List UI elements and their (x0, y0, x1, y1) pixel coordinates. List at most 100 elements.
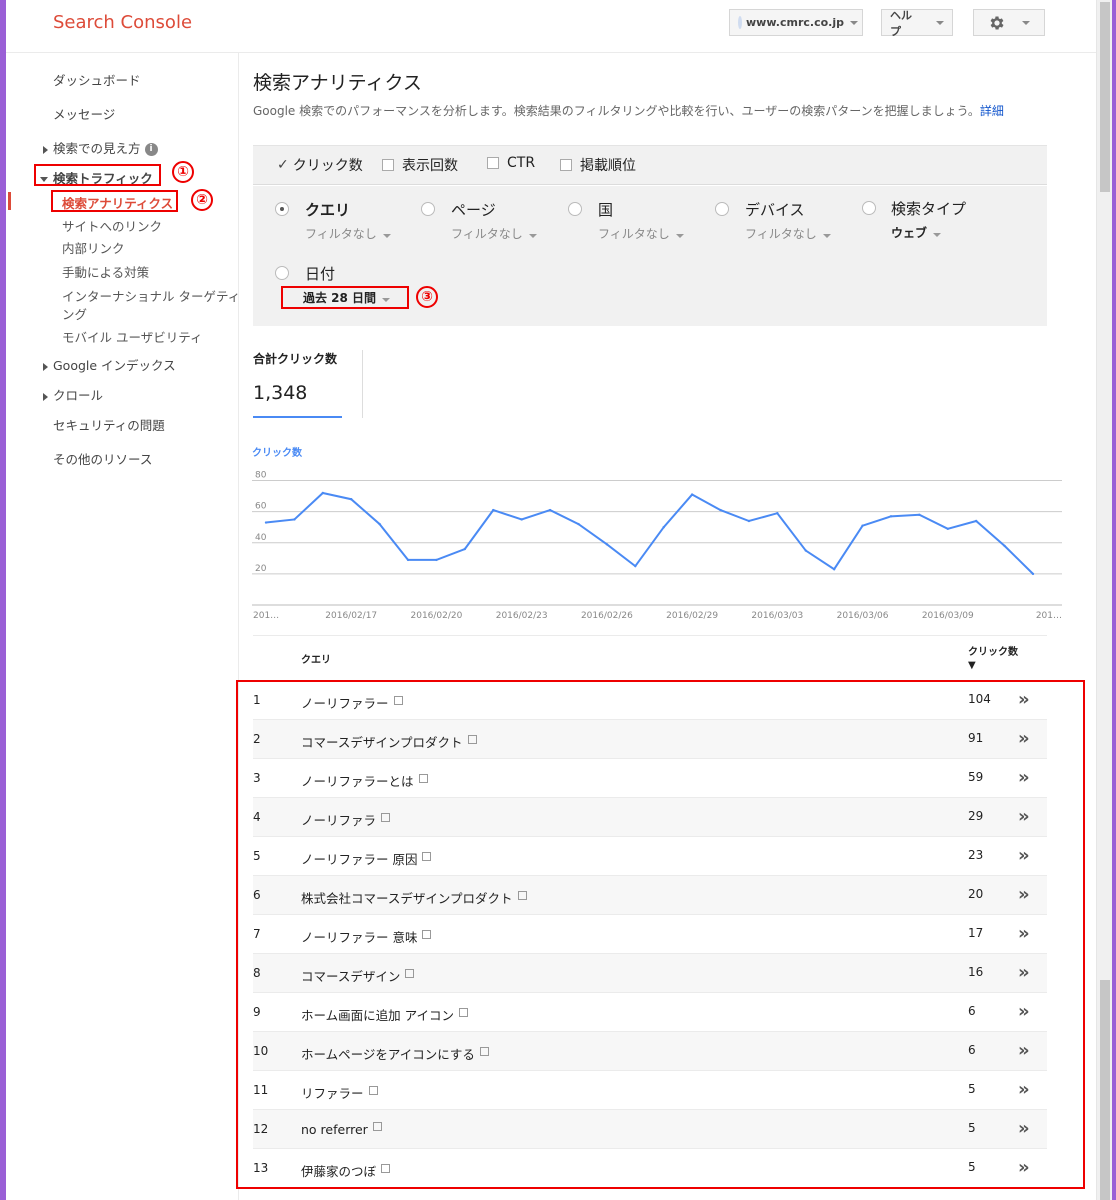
sidebar-item-search-appearance[interactable]: 検索での見え方 i (43, 138, 158, 157)
data-point[interactable] (350, 498, 353, 501)
data-point[interactable] (918, 513, 921, 516)
sidebar-item-dashboard[interactable]: ダッシュボード (53, 70, 141, 89)
info-icon[interactable]: i (144, 143, 158, 156)
data-point[interactable] (520, 518, 523, 521)
metric-position-checkbox[interactable]: 掲載順位 (560, 155, 636, 175)
data-point[interactable] (293, 518, 296, 521)
help-label: ヘルプ (890, 8, 912, 38)
data-point[interactable] (662, 526, 665, 529)
x-tick-label: 2016/03/03 (751, 611, 803, 621)
data-point[interactable] (974, 519, 978, 523)
data-point[interactable] (776, 512, 779, 515)
highlight-box-3 (281, 286, 409, 309)
data-point[interactable] (861, 524, 864, 527)
sidebar-item-international-targeting-cont[interactable]: ング (62, 304, 87, 323)
x-tick-label: 2016/02/26 (581, 611, 633, 621)
data-point[interactable] (690, 493, 694, 496)
y-tick-label: 60 (255, 502, 267, 512)
sort-desc-icon: ▼ (968, 660, 976, 671)
scrollbar-track-highlight (1100, 980, 1110, 1200)
metric-label: 表示回数 (402, 158, 458, 174)
sidebar-item-links-to-site[interactable]: サイトへのリンク (62, 216, 162, 235)
description-text: Google 検索でのパフォーマンスを分析します。検索結果のフィルタリングや比較… (253, 104, 980, 118)
chart-divider (253, 635, 1047, 636)
scrollbar[interactable] (1096, 0, 1112, 1200)
sidebar-item-internal-links[interactable]: 内部リンク (62, 238, 125, 257)
site-selector[interactable]: www.cmrc.co.jp (729, 9, 863, 36)
sidebar-item-security-issues[interactable]: セキュリティの問題 (53, 415, 165, 434)
filter-label: フィルタなし (598, 227, 670, 241)
chart-title: クリック数 (252, 448, 302, 459)
settings-button[interactable] (973, 9, 1045, 36)
data-point[interactable] (747, 519, 751, 523)
sidebar-item-label: 検索での見え方 (53, 141, 141, 156)
radio-icon[interactable] (421, 202, 435, 216)
data-point[interactable] (264, 521, 268, 524)
radio-icon[interactable] (568, 202, 582, 216)
chevron-down-icon (528, 234, 537, 238)
data-point[interactable] (406, 558, 410, 562)
data-point[interactable] (577, 522, 580, 526)
data-point[interactable] (463, 547, 467, 551)
column-header-query[interactable]: クエリ (301, 651, 331, 666)
filter-dropdown[interactable]: ウェブ (891, 224, 942, 241)
metric-ctr-checkbox[interactable]: CTR (487, 155, 535, 171)
data-point[interactable] (832, 568, 836, 571)
radio-icon[interactable] (715, 202, 729, 216)
expand-arrow-icon (43, 392, 48, 401)
total-clicks-value: 1,348 (253, 382, 308, 404)
help-button[interactable]: ヘルプ (881, 8, 953, 38)
data-point[interactable] (634, 564, 637, 568)
filter-dropdown[interactable]: フィルタなし (451, 225, 537, 242)
column-header-clicks-label: クリック数 (968, 647, 1018, 658)
data-point[interactable] (378, 522, 381, 526)
data-point[interactable] (889, 515, 893, 518)
data-point[interactable] (946, 527, 949, 530)
total-separator (362, 350, 363, 418)
column-header-clicks[interactable]: クリック数 ▼ (968, 646, 1018, 672)
detail-link[interactable]: 詳細 (980, 104, 1004, 118)
sidebar-item-mobile-usability[interactable]: モバイル ユーザビリティ (62, 327, 202, 346)
data-point[interactable] (1031, 572, 1035, 576)
sidebar-item-manual-actions[interactable]: 手動による対策 (62, 262, 149, 281)
sidebar-item-messages[interactable]: メッセージ (53, 104, 115, 123)
x-tick-label: 201… (253, 611, 279, 621)
group-label: クエリ (305, 201, 351, 219)
annotation-1: ① (172, 161, 194, 183)
y-tick-label: 20 (255, 564, 267, 574)
x-tick-label: 2016/02/29 (666, 611, 718, 621)
radio-icon[interactable] (275, 266, 289, 280)
metric-impressions-checkbox[interactable]: 表示回数 (382, 155, 458, 175)
chevron-down-icon (822, 234, 831, 238)
data-point[interactable] (548, 508, 552, 512)
sidebar-item-google-index[interactable]: Google インデックス (43, 355, 176, 374)
metric-label: クリック数 (292, 158, 363, 174)
metric-clicks-checkbox[interactable]: ✓ クリック数 (277, 155, 363, 175)
data-point[interactable] (605, 543, 609, 546)
annotation-2: ② (191, 189, 213, 211)
filter-dropdown[interactable]: フィルタなし (305, 225, 391, 242)
x-tick-label: 201… (1036, 611, 1062, 621)
sidebar-item-other-resources[interactable]: その他のリソース (53, 449, 152, 468)
app-logo[interactable]: Search Console (53, 12, 192, 33)
filter-dropdown[interactable]: フィルタなし (745, 225, 831, 242)
data-point[interactable] (719, 508, 722, 512)
data-point[interactable] (321, 491, 325, 495)
group-label: ページ (451, 201, 496, 219)
sidebar-item-international-targeting[interactable]: インターナショナル ターゲティ (62, 286, 240, 305)
scrollbar-thumb[interactable] (1100, 2, 1110, 192)
data-point[interactable] (492, 508, 495, 512)
sidebar-item-crawl[interactable]: クロール (43, 385, 103, 404)
radio-selected-icon[interactable] (275, 202, 289, 216)
expand-arrow-icon (43, 145, 48, 154)
data-point[interactable] (435, 558, 438, 562)
data-point[interactable] (804, 549, 807, 552)
page-title: 検索アナリティクス (253, 72, 422, 94)
radio-icon[interactable] (862, 201, 876, 215)
globe-icon (738, 16, 742, 29)
filter-dropdown[interactable]: フィルタなし (598, 225, 684, 242)
filter-label: ウェブ (891, 226, 928, 240)
clicks-series-line[interactable] (265, 491, 1034, 575)
highlight-box-table (236, 680, 1085, 1189)
data-point[interactable] (1003, 544, 1006, 548)
